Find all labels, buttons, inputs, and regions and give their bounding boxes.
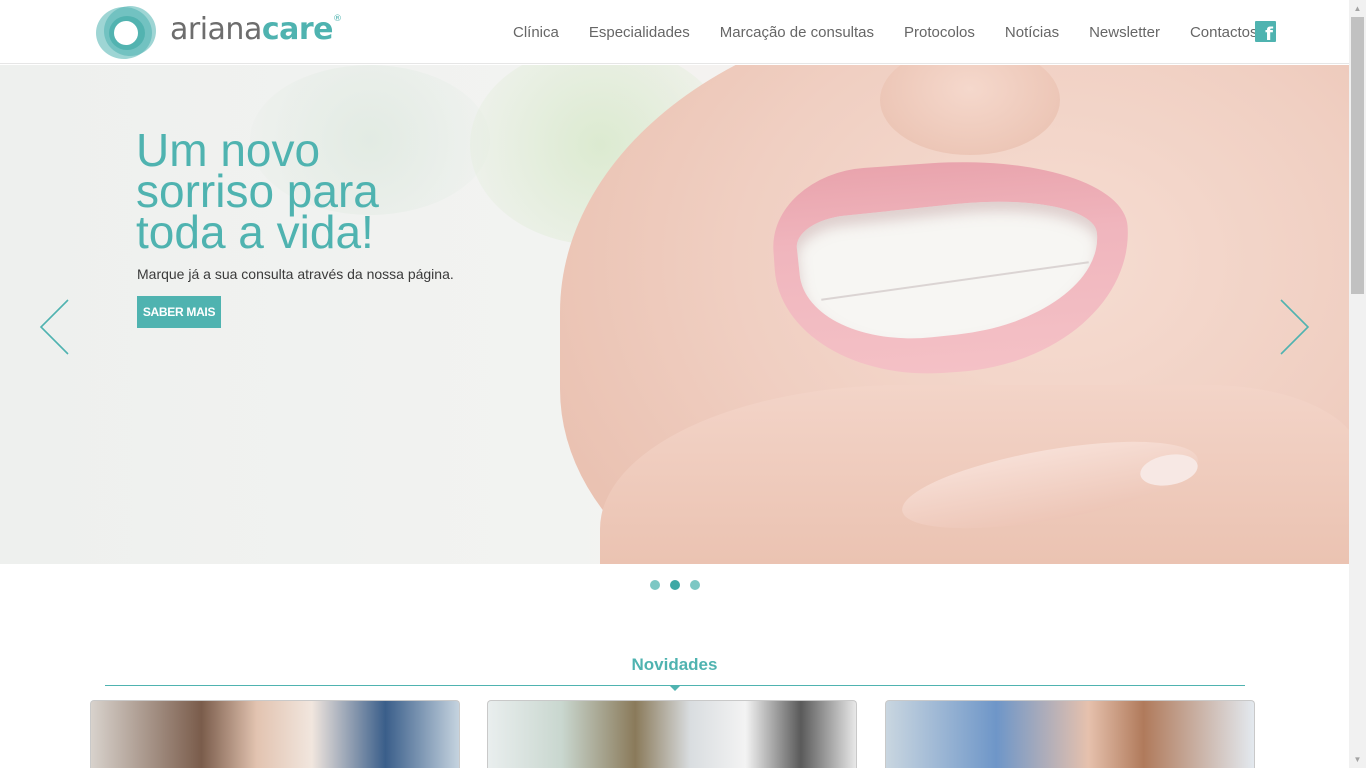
- logo-icon: [94, 3, 160, 61]
- slider-dots: [650, 580, 700, 590]
- brand-name-part2: care: [261, 11, 334, 47]
- slider-dot-2[interactable]: [670, 580, 680, 590]
- main-nav: Clínica Especialidades Marcação de consu…: [498, 0, 1272, 64]
- brand-name-part1: ariana: [170, 11, 262, 47]
- hero-subtitle: Marque já a sua consulta através da noss…: [137, 266, 454, 282]
- page-scrollbar[interactable]: ▲ ▼: [1349, 0, 1366, 768]
- nav-item-newsletter[interactable]: Newsletter: [1074, 24, 1175, 41]
- news-caret-icon: [669, 685, 681, 691]
- news-card-3[interactable]: [885, 700, 1255, 768]
- facebook-icon[interactable]: f: [1255, 21, 1276, 44]
- hero-title-line3: toda a vida!: [136, 206, 374, 258]
- nav-item-marcacao[interactable]: Marcação de consultas: [705, 24, 889, 41]
- registered-mark: ®: [333, 13, 342, 24]
- slider-dot-3[interactable]: [690, 580, 700, 590]
- brand-logo[interactable]: arianacare®: [94, 3, 342, 61]
- saber-mais-button[interactable]: SABER MAIS: [137, 296, 221, 328]
- nav-item-especialidades[interactable]: Especialidades: [574, 24, 705, 41]
- nav-item-noticias[interactable]: Notícias: [990, 24, 1074, 41]
- hero-title: Um novo sorriso para toda a vida!: [136, 127, 496, 258]
- scroll-thumb[interactable]: [1351, 17, 1364, 294]
- scroll-down-icon[interactable]: ▼: [1349, 751, 1366, 768]
- nav-item-clinica[interactable]: Clínica: [498, 24, 574, 41]
- slider-prev-icon[interactable]: [36, 297, 76, 357]
- slider-dot-1[interactable]: [650, 580, 660, 590]
- news-heading: Novidades: [631, 655, 718, 674]
- news-card-1[interactable]: [90, 700, 460, 768]
- site-header: arianacare® Clínica Especialidades Marca…: [0, 0, 1349, 64]
- news-card-2[interactable]: [487, 700, 857, 768]
- slider-next-icon[interactable]: [1275, 297, 1315, 357]
- scroll-up-icon[interactable]: ▲: [1349, 0, 1366, 17]
- nav-item-protocolos[interactable]: Protocolos: [889, 24, 990, 41]
- brand-wordmark: arianacare®: [170, 12, 342, 47]
